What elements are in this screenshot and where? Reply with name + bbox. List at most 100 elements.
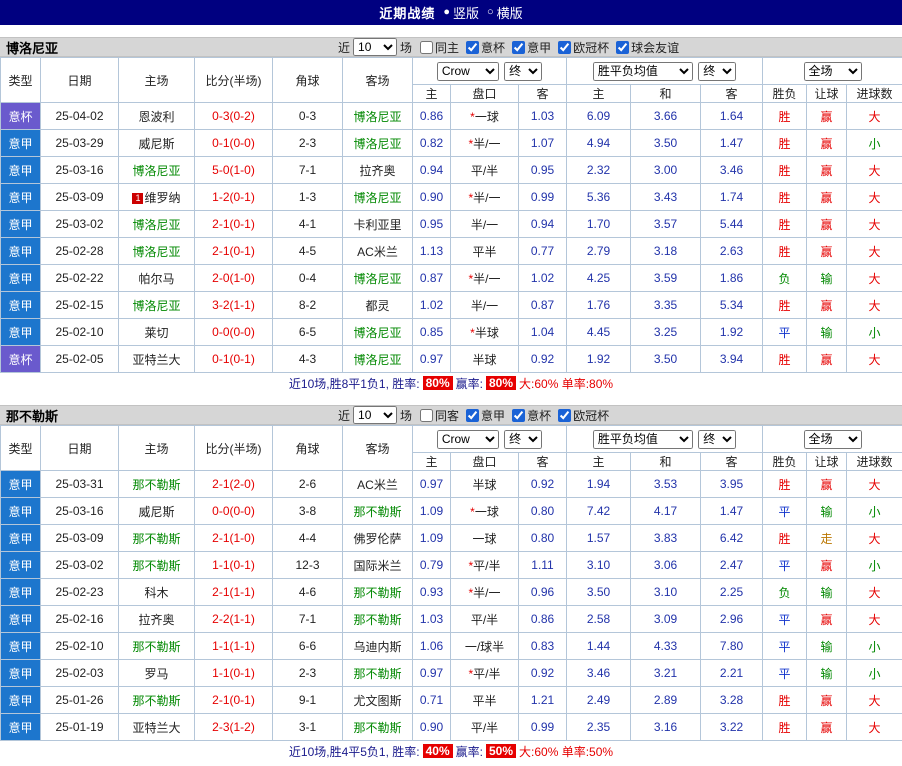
home-team-name[interactable]: 莱切 [144, 326, 168, 340]
away-team-name[interactable]: 博洛尼亚 [353, 191, 401, 205]
home-team-name[interactable]: 那不勒斯 [132, 640, 180, 654]
home-team-name[interactable]: 博洛尼亚 [132, 164, 180, 178]
score-cell: 2-0(1-0) [195, 265, 273, 292]
filter-checkbox[interactable]: 意甲 [461, 407, 505, 424]
home-team-name[interactable]: 威尼斯 [138, 137, 174, 151]
handicap-result-cell: 输 [807, 319, 847, 346]
filter-checkbox[interactable]: 同主 [415, 39, 459, 56]
league-cell: 意甲 [1, 498, 41, 525]
away-team-name[interactable]: 尤文图斯 [353, 694, 401, 708]
home-team-name[interactable]: 那不勒斯 [132, 559, 180, 573]
away-team-name[interactable]: 国际米兰 [353, 559, 401, 573]
score-cell: 2-1(1-1) [195, 579, 273, 606]
home-team-name[interactable]: 威尼斯 [138, 505, 174, 519]
handicap-result-cell: 赢 [807, 471, 847, 498]
away-team-name[interactable]: 佛罗伦萨 [353, 532, 401, 546]
scope-select[interactable]: 全场 [804, 62, 862, 81]
away-team-name[interactable]: 博洛尼亚 [353, 272, 401, 286]
away-team-name[interactable]: 乌迪内斯 [353, 640, 401, 654]
home-team-name[interactable]: 亚特兰大 [132, 353, 180, 367]
avg-final-select[interactable]: 终 [698, 62, 736, 81]
home-team-name[interactable]: 博洛尼亚 [132, 299, 180, 313]
match-row: 意杯25-04-02恩波利0-3(0-2)0-3博洛尼亚0.86*一球1.036… [1, 103, 902, 130]
handicap-star: * [468, 667, 473, 681]
odds-final-select[interactable]: 终 [504, 62, 542, 81]
away-team-name[interactable]: 博洛尼亚 [353, 137, 401, 151]
avg-final-select[interactable]: 终 [698, 430, 736, 449]
away-team-name[interactable]: 卡利亚里 [353, 218, 401, 232]
avg-away-cell: 2.47 [701, 552, 763, 579]
league-cell: 意甲 [1, 292, 41, 319]
home-team-name[interactable]: 博洛尼亚 [132, 218, 180, 232]
filter-checkbox[interactable]: 意杯 [507, 407, 551, 424]
home-team-name[interactable]: 维罗纳 [144, 191, 180, 205]
avg-away-cell: 1.47 [701, 498, 763, 525]
home-team-name[interactable]: 亚特兰大 [132, 721, 180, 735]
home-team-name[interactable]: 恩波利 [138, 110, 174, 124]
filter-checkbox[interactable]: 欧冠杯 [553, 39, 609, 56]
away-team-name[interactable]: 那不勒斯 [353, 586, 401, 600]
away-team-name[interactable]: 都灵 [365, 299, 389, 313]
away-team-name[interactable]: 博洛尼亚 [353, 326, 401, 340]
filter-checkbox[interactable]: 欧冠杯 [553, 407, 609, 424]
avg-home-cell: 1.94 [567, 471, 631, 498]
radio-unselected-icon: ○ [487, 7, 494, 18]
home-team-name[interactable]: 科木 [144, 586, 168, 600]
checkbox-input[interactable] [558, 409, 571, 422]
avg-select[interactable]: 胜平负均值 [593, 430, 693, 449]
date-cell: 25-03-16 [41, 157, 119, 184]
away-team-name[interactable]: AC米兰 [357, 478, 398, 492]
match-row: 意甲25-03-29威尼斯0-1(0-0)2-3博洛尼亚0.82*半/一1.07… [1, 130, 902, 157]
handicap-result-cell: 赢 [807, 184, 847, 211]
goals-cell: 大 [847, 238, 902, 265]
match-row: 意甲25-01-26那不勒斯2-1(0-1)9-1尤文图斯0.71平半1.212… [1, 687, 902, 714]
home-team-name[interactable]: 罗马 [144, 667, 168, 681]
layout-radio-horizontal[interactable]: ○ 横版 [487, 3, 523, 22]
league-cell: 意甲 [1, 265, 41, 292]
scope-select[interactable]: 全场 [804, 430, 862, 449]
avg-away-cell: 2.25 [701, 579, 763, 606]
recent-count-select[interactable]: 10 [353, 406, 397, 424]
away-team-name[interactable]: 那不勒斯 [353, 721, 401, 735]
home-team-name[interactable]: 那不勒斯 [132, 694, 180, 708]
avg-home-cell: 2.32 [567, 157, 631, 184]
home-team-name[interactable]: 帕尔马 [138, 272, 174, 286]
home-team-cell: 博洛尼亚 [119, 292, 195, 319]
away-team-cell: 博洛尼亚 [343, 184, 413, 211]
handicap-result-cell: 走 [807, 525, 847, 552]
odds-home-cell: 1.09 [413, 498, 451, 525]
bookmaker-select[interactable]: Crow [437, 62, 499, 81]
checkbox-input[interactable] [558, 41, 571, 54]
away-team-name[interactable]: 博洛尼亚 [353, 110, 401, 124]
filter-checkbox[interactable]: 同客 [415, 407, 459, 424]
odds-final-select[interactable]: 终 [504, 430, 542, 449]
away-team-name[interactable]: AC米兰 [357, 245, 398, 259]
layout-radio-vertical[interactable]: ● 竖版 [443, 3, 479, 22]
away-team-name[interactable]: 博洛尼亚 [353, 353, 401, 367]
checkbox-input[interactable] [420, 409, 433, 422]
away-team-name[interactable]: 那不勒斯 [353, 613, 401, 627]
bookmaker-select[interactable]: Crow [437, 430, 499, 449]
away-team-name[interactable]: 那不勒斯 [353, 505, 401, 519]
home-team-name[interactable]: 那不勒斯 [132, 532, 180, 546]
filter-checkbox[interactable]: 意杯 [461, 39, 505, 56]
home-team-name[interactable]: 博洛尼亚 [132, 245, 180, 259]
away-team-name[interactable]: 拉齐奥 [359, 164, 395, 178]
away-team-name[interactable]: 那不勒斯 [353, 667, 401, 681]
filter-checkbox[interactable]: 球会友谊 [611, 39, 679, 56]
checkbox-input[interactable] [420, 41, 433, 54]
recent-count-select[interactable]: 10 [353, 38, 397, 56]
scope-header-group: 全场 [763, 58, 902, 85]
rank-badge: 1 [132, 193, 143, 204]
filter-checkbox[interactable]: 意甲 [507, 39, 551, 56]
avg-home-cell: 1.57 [567, 525, 631, 552]
checkbox-input[interactable] [512, 409, 525, 422]
checkbox-input[interactable] [466, 41, 479, 54]
home-team-name[interactable]: 拉齐奥 [138, 613, 174, 627]
checkbox-input[interactable] [466, 409, 479, 422]
avg-select[interactable]: 胜平负均值 [593, 62, 693, 81]
checkbox-input[interactable] [616, 41, 629, 54]
checkbox-input[interactable] [512, 41, 525, 54]
home-team-name[interactable]: 那不勒斯 [132, 478, 180, 492]
col-type: 类型 [1, 426, 41, 471]
